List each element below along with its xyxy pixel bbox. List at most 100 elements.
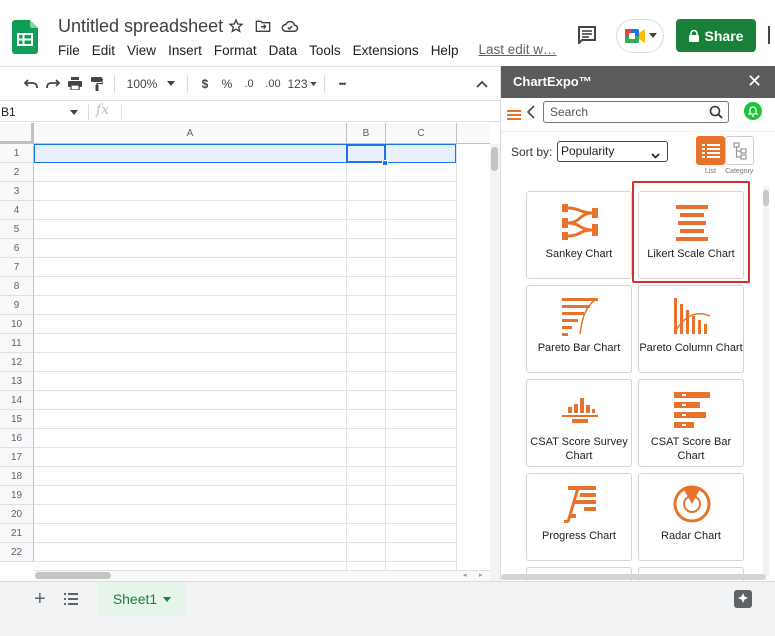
row-header[interactable]: 19 (0, 486, 34, 505)
menu-file[interactable]: File (52, 42, 86, 60)
chevron-down-icon (70, 109, 78, 115)
document-title[interactable]: Untitled spreadsheet (58, 16, 223, 37)
cloud-status-icon[interactable] (281, 17, 299, 35)
menu-format[interactable]: Format (208, 42, 263, 60)
list-view-button[interactable] (696, 136, 725, 165)
row-header[interactable]: 12 (0, 353, 34, 372)
panel-vertical-scrollbar[interactable] (763, 186, 769, 576)
row-header[interactable]: 15 (0, 410, 34, 429)
category-view-button[interactable] (725, 136, 754, 165)
column-header-c[interactable]: C (386, 123, 457, 144)
more-options-button[interactable]: ••• (331, 72, 353, 96)
row-header[interactable]: 16 (0, 429, 34, 448)
selected-row-highlight (34, 144, 456, 163)
row-header[interactable]: 3 (0, 182, 34, 201)
menu-data[interactable]: Data (263, 42, 304, 60)
sort-by-label: Sort by: (511, 145, 553, 159)
meet-button[interactable] (616, 19, 664, 53)
back-chevron-icon[interactable] (526, 105, 535, 124)
csat-survey-icon (562, 398, 598, 423)
column-header-a[interactable]: A (34, 123, 347, 144)
sheets-logo-icon[interactable] (12, 20, 38, 54)
share-button[interactable]: Share (676, 19, 756, 52)
comment-history-icon[interactable] (574, 22, 600, 48)
chart-card-csat-survey[interactable]: CSAT Score Survey Chart (526, 379, 632, 467)
menu-view[interactable]: View (121, 42, 162, 60)
row-header[interactable]: 13 (0, 372, 34, 391)
row-header[interactable]: 14 (0, 391, 34, 410)
vertical-scrollbar[interactable] (490, 144, 500, 581)
row-header[interactable]: 7 (0, 258, 34, 277)
row-header[interactable]: 6 (0, 239, 34, 258)
all-sheets-icon[interactable] (64, 592, 78, 606)
select-all-corner[interactable] (0, 123, 34, 144)
star-icon[interactable] (227, 17, 245, 35)
row-header[interactable]: 11 (0, 334, 34, 353)
explore-icon[interactable] (734, 590, 752, 608)
row-header[interactable]: 4 (0, 201, 34, 220)
chart-search-input[interactable]: Search (543, 101, 729, 123)
last-edit-link[interactable]: Last edit w… (472, 42, 562, 60)
chart-card-label: Radar Chart (661, 530, 721, 542)
menu-tools[interactable]: Tools (303, 42, 347, 60)
more-formats-button[interactable]: 123 (286, 72, 318, 96)
hamburger-menu-icon[interactable] (507, 110, 521, 120)
paint-format-icon[interactable] (86, 72, 108, 96)
row-gridline (34, 257, 456, 258)
row-header[interactable]: 18 (0, 467, 34, 486)
name-box[interactable]: B1 (0, 103, 84, 121)
active-cell[interactable] (346, 144, 386, 163)
column-header-b[interactable]: B (347, 123, 386, 144)
redo-icon[interactable] (42, 72, 64, 96)
print-icon[interactable] (64, 72, 86, 96)
search-icon[interactable] (709, 105, 723, 124)
chart-card-pareto-bar[interactable]: Pareto Bar Chart (526, 285, 632, 373)
add-sheet-icon[interactable]: + (34, 588, 46, 611)
fill-handle[interactable] (382, 160, 388, 166)
scroll-right-icon[interactable]: ▸ (479, 571, 483, 579)
spreadsheet-grid: A B C ◂ ▸ 1 2 3 4 5 6 7 8 9 10 11 12 13 14 15 16 17 18 19 2… (0, 123, 500, 581)
row-gridline (34, 314, 456, 315)
row-gridline (34, 466, 456, 467)
row-header[interactable]: 9 (0, 296, 34, 315)
undo-icon[interactable] (20, 72, 42, 96)
row-header[interactable]: 22 (0, 543, 34, 562)
percent-format-button[interactable]: % (216, 72, 238, 96)
currency-format-button[interactable]: $ (194, 72, 216, 96)
panel-horizontal-scrollbar[interactable] (501, 574, 766, 580)
chart-card-sankey[interactable]: Sankey Chart (526, 191, 632, 279)
row-header[interactable]: 17 (0, 448, 34, 467)
row-header[interactable]: 2 (0, 163, 34, 182)
collapse-toolbar-icon[interactable] (472, 72, 492, 96)
horizontal-scroll-thumb[interactable] (35, 572, 111, 579)
menu-edit[interactable]: Edit (86, 42, 121, 60)
row-header[interactable]: 20 (0, 505, 34, 524)
menu-help[interactable]: Help (425, 42, 465, 60)
formula-input[interactable] (124, 103, 484, 121)
vertical-scroll-thumb[interactable] (491, 147, 498, 171)
row-header[interactable]: 21 (0, 524, 34, 543)
menu-extensions[interactable]: Extensions (347, 42, 425, 60)
chart-card-csat-bar[interactable]: CSAT Score Bar Chart (638, 379, 744, 467)
chart-card-radar[interactable]: Radar Chart (638, 473, 744, 561)
notification-bell-icon[interactable] (744, 102, 762, 120)
move-folder-icon[interactable] (254, 17, 272, 35)
row-header[interactable]: 10 (0, 315, 34, 334)
chart-card-pareto-column[interactable]: Pareto Column Chart (638, 285, 744, 373)
increase-decimals-button[interactable]: .00 (260, 72, 286, 96)
side-panel-toggle[interactable] (768, 26, 775, 44)
panel-scroll-thumb[interactable] (763, 190, 769, 206)
radar-icon (673, 485, 711, 523)
row-header[interactable]: 1 (0, 144, 34, 163)
close-icon[interactable]: ✕ (747, 71, 762, 92)
decrease-decimals-button[interactable]: .0 (238, 72, 260, 96)
cell-reference: B1 (1, 105, 16, 119)
zoom-select[interactable]: 100% (121, 72, 181, 96)
menu-insert[interactable]: Insert (162, 42, 208, 60)
scroll-left-icon[interactable]: ◂ (463, 571, 467, 579)
sheet-tab-sheet1[interactable]: Sheet1 (98, 582, 186, 616)
row-gridline (34, 485, 456, 486)
row-header[interactable]: 8 (0, 277, 34, 296)
row-header[interactable]: 5 (0, 220, 34, 239)
chart-card-progress[interactable]: Progress Chart (526, 473, 632, 561)
